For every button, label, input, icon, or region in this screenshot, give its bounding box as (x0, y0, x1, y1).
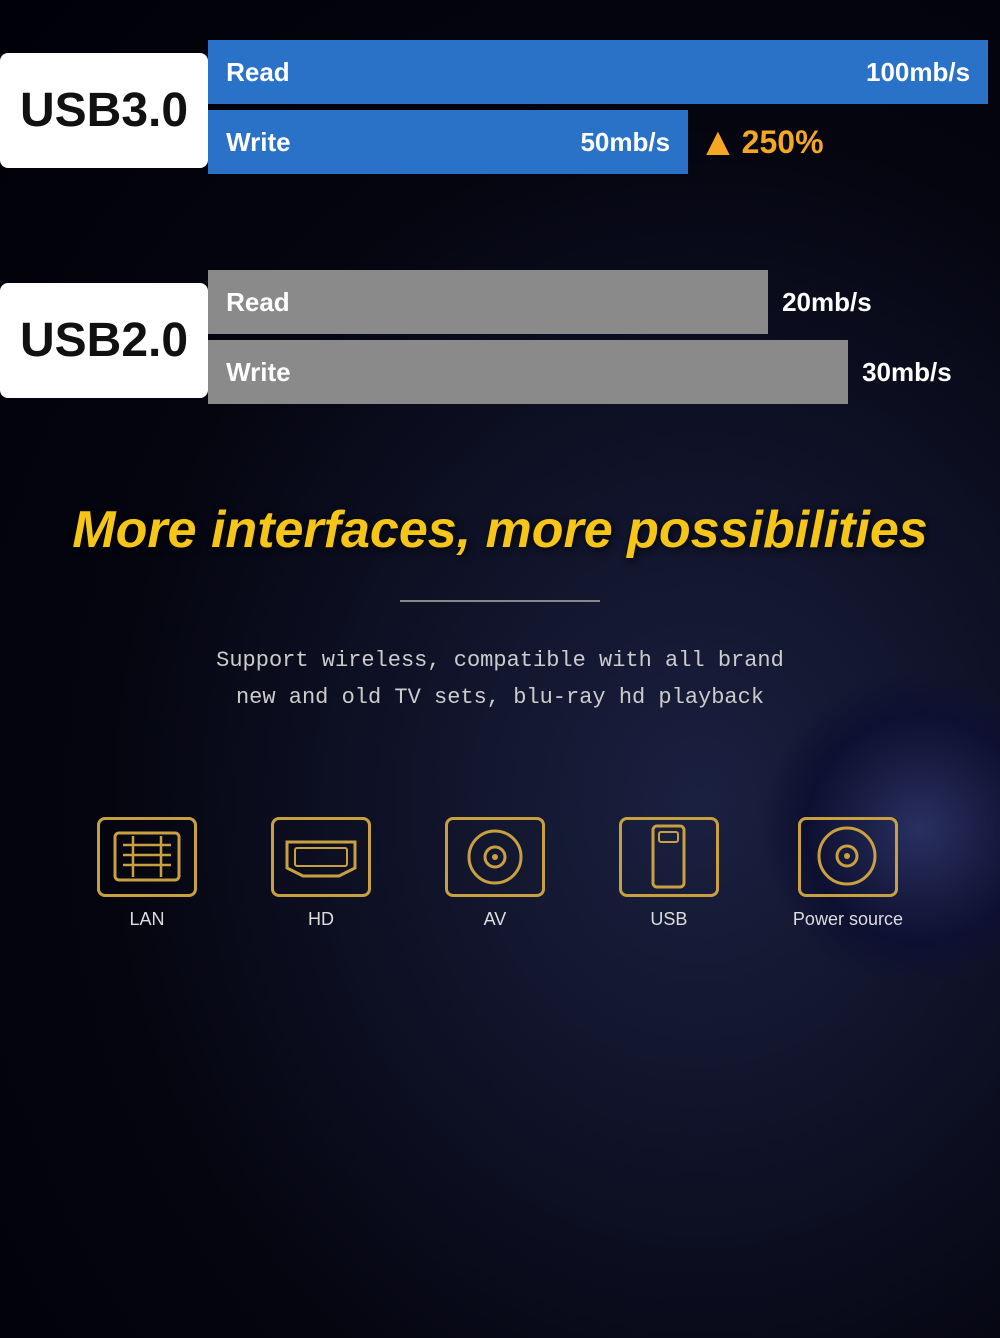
usb30-write-bar: Write 50mb/s (208, 110, 688, 174)
usb30-read-label: Read (226, 57, 290, 88)
usb30-write-label: Write (226, 127, 291, 158)
lan-icon-box (97, 817, 197, 897)
icon-item-av: AV (445, 817, 545, 930)
usb-port-icon (646, 824, 691, 889)
lan-icon (111, 829, 183, 884)
av-icon-box (445, 817, 545, 897)
usb30-read-bar: Read 100mb/s (208, 40, 988, 104)
usb20-write-speed: 30mb/s (862, 357, 952, 388)
usb30-read-row: Read 100mb/s ▲ 300% (208, 40, 1000, 104)
usb20-label: USB2.0 (0, 283, 208, 398)
icon-item-power: Power source (793, 817, 903, 930)
hd-icon (281, 832, 361, 882)
usb30-read-speed: 100mb/s (866, 57, 970, 88)
hd-icon-box (271, 817, 371, 897)
arrow-up-write-icon: ▲ (698, 122, 738, 162)
usb30-section: USB3.0 Read 100mb/s ▲ 300% Write 50mb/s (0, 20, 1000, 200)
usb30-bars: Read 100mb/s ▲ 300% Write 50mb/s ▲ 250% (208, 40, 1000, 180)
usb20-write-bar: Write (208, 340, 848, 404)
usb20-write-row: Write 30mb/s (208, 340, 1000, 404)
usb30-label: USB3.0 (0, 53, 208, 168)
usb20-bars: Read 20mb/s Write 30mb/s (208, 270, 1000, 410)
power-icon-box (798, 817, 898, 897)
usb20-read-label: Read (226, 287, 290, 318)
support-line2: new and old TV sets, blu-ray hd playback (40, 679, 960, 716)
lan-label: LAN (129, 909, 164, 930)
more-title: More interfaces, more possibilities (40, 500, 960, 560)
usb30-write-percentage-wrapper: ▲ 250% (698, 122, 823, 162)
icon-item-lan: LAN (97, 817, 197, 930)
icon-item-usb: USB (619, 817, 719, 930)
divider (400, 600, 600, 602)
av-label: AV (484, 909, 507, 930)
icons-section: LAN HD AV (0, 797, 1000, 970)
support-text: Support wireless, compatible with all br… (40, 642, 960, 717)
usb20-section: USB2.0 Read 20mb/s Write 30mb/s (0, 260, 1000, 420)
usb30-write-row: Write 50mb/s ▲ 250% (208, 110, 1000, 174)
hd-label: HD (308, 909, 334, 930)
power-icon (815, 824, 880, 889)
more-section: More interfaces, more possibilities Supp… (0, 500, 1000, 717)
usb20-read-row: Read 20mb/s (208, 270, 1000, 334)
usb20-read-bar: Read (208, 270, 768, 334)
power-label: Power source (793, 909, 903, 930)
usb20-write-label: Write (226, 357, 291, 388)
icon-item-hd: HD (271, 817, 371, 930)
support-line1: Support wireless, compatible with all br… (40, 642, 960, 679)
usb30-write-percentage: 250% (742, 124, 824, 161)
page-wrapper: USB3.0 Read 100mb/s ▲ 300% Write 50mb/s (0, 0, 1000, 990)
usb-icon-box (619, 817, 719, 897)
usb-port-label: USB (650, 909, 687, 930)
av-icon (465, 827, 525, 887)
usb20-read-speed: 20mb/s (782, 287, 872, 318)
usb30-write-speed: 50mb/s (580, 127, 670, 158)
